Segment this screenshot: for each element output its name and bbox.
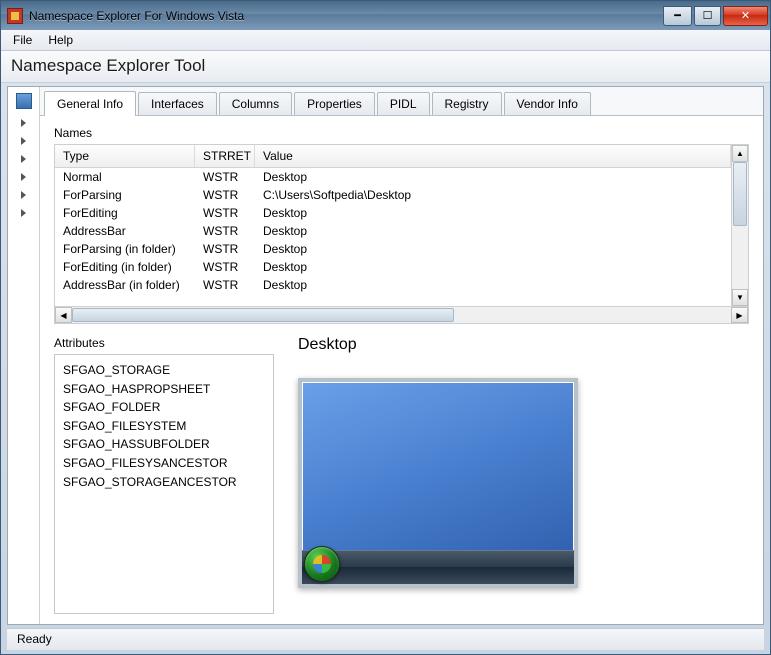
cell-type: ForParsing (in folder) bbox=[55, 242, 195, 256]
close-button[interactable]: ✕ bbox=[723, 6, 768, 26]
cell-value: Desktop bbox=[255, 224, 731, 238]
cell-strret: WSTR bbox=[195, 224, 255, 238]
scroll-thumb[interactable] bbox=[733, 162, 747, 226]
names-vertical-scrollbar[interactable]: ▲ ▼ bbox=[731, 145, 748, 306]
attributes-label: Attributes bbox=[54, 336, 274, 350]
cell-value: Desktop bbox=[255, 278, 731, 292]
names-rows: NormalWSTRDesktopForParsingWSTRC:\Users\… bbox=[55, 168, 731, 306]
cell-value: Desktop bbox=[255, 242, 731, 256]
title-bar[interactable]: Namespace Explorer For Windows Vista ━ ☐… bbox=[1, 1, 770, 30]
status-text: Ready bbox=[17, 632, 52, 646]
tab-panel-general: Names Type STRRET Value NormalWSTRDeskto… bbox=[40, 116, 763, 624]
names-column-headers[interactable]: Type STRRET Value bbox=[55, 145, 731, 168]
scroll-down-button[interactable]: ▼ bbox=[732, 289, 748, 306]
thumbnail-taskbar bbox=[302, 550, 574, 584]
tab-properties[interactable]: Properties bbox=[294, 92, 375, 115]
list-item[interactable]: SFGAO_HASPROPSHEET bbox=[63, 380, 265, 399]
client-area: General InfoInterfacesColumnsPropertiesP… bbox=[7, 86, 764, 625]
cell-type: ForEditing (in folder) bbox=[55, 260, 195, 274]
start-orb-icon bbox=[304, 546, 340, 582]
scroll-left-button[interactable]: ◀ bbox=[55, 307, 72, 323]
monitor-icon[interactable] bbox=[16, 93, 32, 109]
cell-type: ForEditing bbox=[55, 206, 195, 220]
main-pane: General InfoInterfacesColumnsPropertiesP… bbox=[40, 87, 763, 624]
table-row[interactable]: NormalWSTRDesktop bbox=[55, 168, 731, 186]
tree-sidebar[interactable] bbox=[8, 87, 40, 624]
col-header-value[interactable]: Value bbox=[255, 145, 731, 167]
table-row[interactable]: ForParsingWSTRC:\Users\Softpedia\Desktop bbox=[55, 186, 731, 204]
cell-type: Normal bbox=[55, 170, 195, 184]
cell-strret: WSTR bbox=[195, 188, 255, 202]
app-window: Namespace Explorer For Windows Vista ━ ☐… bbox=[0, 0, 771, 655]
tree-expand-icon[interactable] bbox=[21, 191, 26, 199]
table-row[interactable]: ForEditing (in folder)WSTRDesktop bbox=[55, 258, 731, 276]
list-item[interactable]: SFGAO_HASSUBFOLDER bbox=[63, 435, 265, 454]
tab-interfaces[interactable]: Interfaces bbox=[138, 92, 217, 115]
tree-expand-icon[interactable] bbox=[21, 155, 26, 163]
tab-columns[interactable]: Columns bbox=[219, 92, 292, 115]
tab-strip: General InfoInterfacesColumnsPropertiesP… bbox=[40, 87, 763, 116]
scroll-track[interactable] bbox=[72, 307, 731, 323]
names-listview: Type STRRET Value NormalWSTRDesktopForPa… bbox=[54, 144, 749, 324]
table-row[interactable]: ForParsing (in folder)WSTRDesktop bbox=[55, 240, 731, 258]
cell-value: Desktop bbox=[255, 206, 731, 220]
window-title: Namespace Explorer For Windows Vista bbox=[29, 9, 663, 23]
table-row[interactable]: ForEditingWSTRDesktop bbox=[55, 204, 731, 222]
preview-title: Desktop bbox=[298, 336, 749, 354]
list-item[interactable]: SFGAO_STORAGE bbox=[63, 361, 265, 380]
menu-help[interactable]: Help bbox=[40, 31, 81, 49]
tab-vendor-info[interactable]: Vendor Info bbox=[504, 92, 591, 115]
scroll-up-button[interactable]: ▲ bbox=[732, 145, 748, 162]
tree-expand-icon[interactable] bbox=[21, 119, 26, 127]
menu-bar: File Help bbox=[1, 30, 770, 51]
list-item[interactable]: SFGAO_FILESYSTEM bbox=[63, 417, 265, 436]
cell-value: C:\Users\Softpedia\Desktop bbox=[255, 188, 731, 202]
tool-title: Namespace Explorer Tool bbox=[1, 51, 770, 83]
col-header-strret[interactable]: STRRET bbox=[195, 145, 255, 167]
cell-strret: WSTR bbox=[195, 170, 255, 184]
attributes-listbox[interactable]: SFGAO_STORAGESFGAO_HASPROPSHEETSFGAO_FOL… bbox=[54, 354, 274, 614]
cell-value: Desktop bbox=[255, 170, 731, 184]
names-horizontal-scrollbar[interactable]: ◀ ▶ bbox=[55, 306, 748, 323]
desktop-thumbnail bbox=[298, 378, 578, 588]
cell-strret: WSTR bbox=[195, 260, 255, 274]
maximize-button[interactable]: ☐ bbox=[694, 6, 721, 26]
status-bar: Ready bbox=[7, 628, 764, 650]
list-item[interactable]: SFGAO_STORAGEANCESTOR bbox=[63, 473, 265, 492]
table-row[interactable]: AddressBarWSTRDesktop bbox=[55, 222, 731, 240]
cell-strret: WSTR bbox=[195, 278, 255, 292]
cell-value: Desktop bbox=[255, 260, 731, 274]
minimize-button[interactable]: ━ bbox=[663, 6, 692, 26]
tab-registry[interactable]: Registry bbox=[432, 92, 502, 115]
scroll-thumb[interactable] bbox=[72, 308, 454, 322]
cell-strret: WSTR bbox=[195, 206, 255, 220]
cell-type: AddressBar bbox=[55, 224, 195, 238]
col-header-type[interactable]: Type bbox=[55, 145, 195, 167]
tree-expand-icon[interactable] bbox=[21, 173, 26, 181]
menu-file[interactable]: File bbox=[5, 31, 40, 49]
app-icon bbox=[7, 8, 23, 24]
tab-pidl[interactable]: PIDL bbox=[377, 92, 430, 115]
tab-general-info[interactable]: General Info bbox=[44, 91, 136, 116]
cell-type: AddressBar (in folder) bbox=[55, 278, 195, 292]
scroll-track[interactable] bbox=[732, 162, 748, 289]
tree-expand-icon[interactable] bbox=[21, 209, 26, 217]
list-item[interactable]: SFGAO_FILESYSANCESTOR bbox=[63, 454, 265, 473]
cell-type: ForParsing bbox=[55, 188, 195, 202]
list-item[interactable]: SFGAO_FOLDER bbox=[63, 398, 265, 417]
table-row[interactable]: AddressBar (in folder)WSTRDesktop bbox=[55, 276, 731, 294]
scroll-right-button[interactable]: ▶ bbox=[731, 307, 748, 323]
names-label: Names bbox=[54, 126, 749, 140]
cell-strret: WSTR bbox=[195, 242, 255, 256]
tree-expand-icon[interactable] bbox=[21, 137, 26, 145]
preview-area: Desktop bbox=[298, 336, 749, 614]
